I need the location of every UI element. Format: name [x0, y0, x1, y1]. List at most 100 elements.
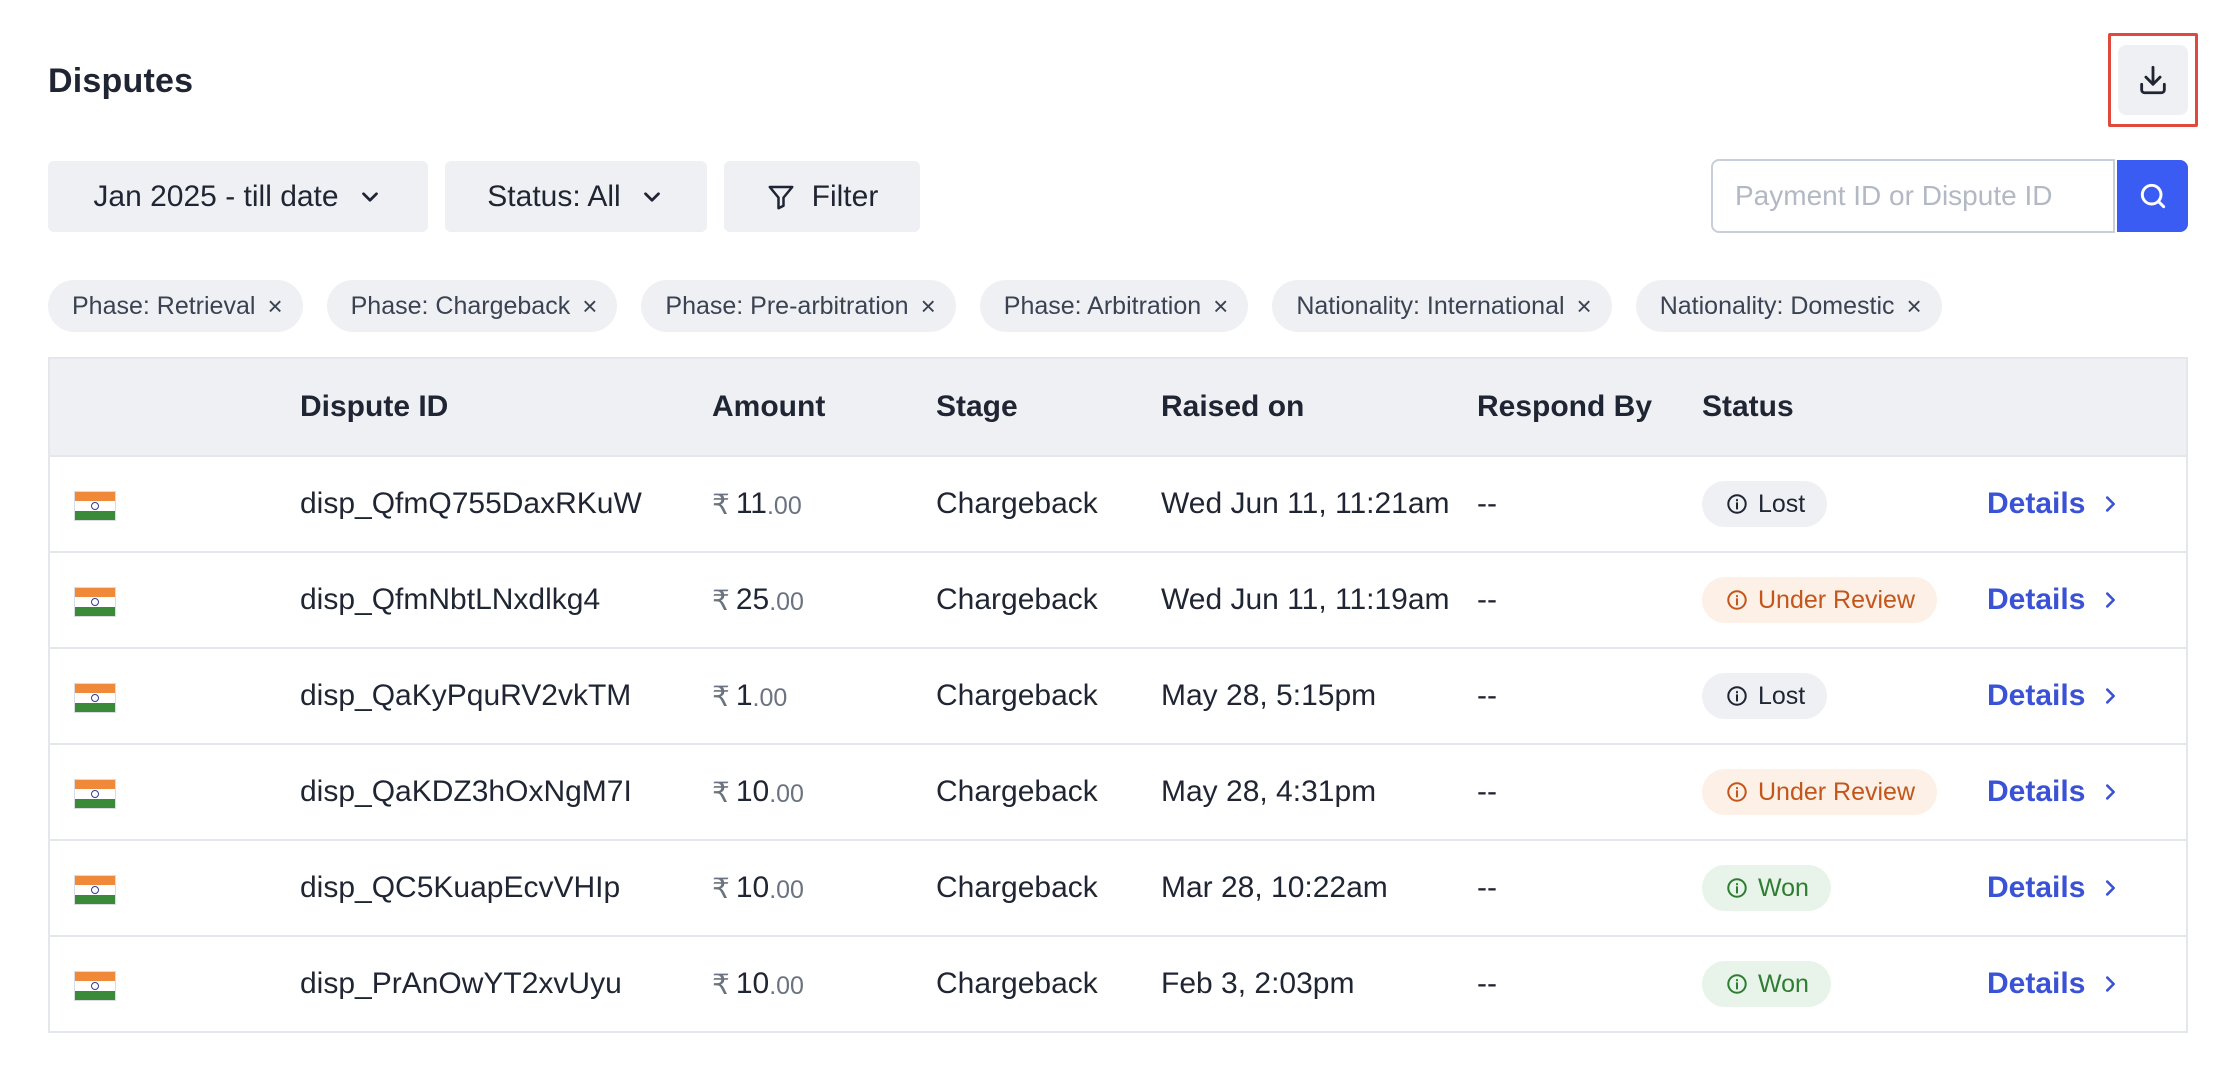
amount-decimal: .00 — [752, 683, 788, 712]
disputes-table: Dispute ID Amount Stage Raised on Respon… — [48, 357, 2188, 1033]
details-label: Details — [1987, 967, 2086, 1000]
status-badge: Won — [1702, 961, 1831, 1007]
download-icon — [2140, 65, 2166, 95]
chevron-right-icon — [2106, 592, 2116, 608]
filter-chip: Nationality: Domestic × — [1635, 280, 1942, 332]
chip-label: Phase: Chargeback — [350, 291, 571, 320]
filter-button[interactable]: Filter — [724, 161, 920, 232]
india-flag-icon — [74, 587, 116, 617]
amount-integer: 10 — [735, 775, 770, 808]
chevron-right-icon — [2106, 880, 2116, 896]
respond-by: -- — [1477, 967, 1497, 1000]
table-row[interactable]: disp_QaKyPquRV2vkTM ₹ 1 .00 Chargeback M… — [50, 649, 2186, 745]
details-link[interactable]: Details — [1987, 871, 2121, 905]
status-badge: Under Review — [1702, 769, 1938, 815]
table-row[interactable]: disp_PrAnOwYT2xvUyu ₹ 10 .00 Chargeback … — [50, 937, 2186, 1033]
respond-by: -- — [1477, 583, 1497, 616]
details-link[interactable]: Details — [1987, 775, 2121, 809]
table-row[interactable]: disp_QfmQ755DaxRKuW ₹ 11 .00 Chargeback … — [50, 457, 2186, 553]
amount-decimal: .00 — [769, 779, 804, 808]
stage: Chargeback — [936, 583, 1098, 616]
table-row[interactable]: disp_QfmNbtLNxdlkg4 ₹ 25 .00 Chargeback … — [50, 553, 2186, 649]
date-range-label: Jan 2025 - till date — [93, 179, 339, 213]
page-title: Disputes — [48, 62, 194, 100]
stage: Chargeback — [936, 487, 1098, 520]
details-label: Details — [1987, 583, 2086, 616]
close-icon[interactable]: × — [582, 293, 597, 319]
amount-integer: 11 — [735, 487, 767, 520]
respond-by: -- — [1477, 775, 1497, 808]
column-header-respond-by: Respond By — [1477, 390, 1653, 423]
close-icon[interactable]: × — [267, 293, 282, 319]
download-highlight — [2108, 33, 2198, 127]
status-label: Under Review — [1758, 585, 1916, 614]
amount-integer: 10 — [735, 871, 770, 904]
currency-symbol: ₹ — [712, 776, 730, 808]
filter-label: Filter — [811, 179, 879, 213]
stage: Chargeback — [936, 679, 1098, 712]
respond-by: -- — [1477, 679, 1497, 712]
info-icon — [1727, 590, 1747, 610]
table-row[interactable]: disp_QC5KuapEcvVHIp ₹ 10 .00 Chargeback … — [50, 841, 2186, 937]
download-button[interactable] — [2118, 45, 2188, 115]
stage: Chargeback — [936, 871, 1098, 904]
search-button[interactable] — [2117, 160, 2188, 232]
raised-on: Mar 28, 10:22am — [1161, 871, 1388, 904]
search-input[interactable] — [1711, 159, 2115, 233]
amount-integer: 10 — [735, 967, 770, 1000]
table-row[interactable]: disp_QaKDZ3hOxNgM7I ₹ 10 .00 Chargeback … — [50, 745, 2186, 841]
raised-on: May 28, 4:31pm — [1161, 775, 1377, 808]
currency-symbol: ₹ — [712, 488, 730, 520]
dispute-id: disp_QfmNbtLNxdlkg4 — [300, 583, 601, 616]
amount: ₹ 11 .00 — [712, 457, 802, 551]
column-header-status: Status — [1702, 390, 1794, 423]
status-dropdown[interactable]: Status: All — [445, 161, 707, 232]
status-label: Under Review — [1758, 777, 1916, 806]
info-icon — [1727, 686, 1747, 706]
close-icon[interactable]: × — [1907, 293, 1922, 319]
india-flag-icon — [74, 875, 116, 905]
filter-icon — [768, 185, 794, 209]
filter-chip: Phase: Arbitration × — [979, 280, 1249, 332]
date-range-dropdown[interactable]: Jan 2025 - till date — [48, 161, 428, 232]
filter-chip: Phase: Pre-arbitration × — [641, 280, 956, 332]
raised-on: May 28, 5:15pm — [1161, 679, 1377, 712]
details-label: Details — [1987, 487, 2086, 520]
close-icon[interactable]: × — [1577, 293, 1592, 319]
chip-label: Nationality: Domestic — [1659, 291, 1895, 320]
respond-by: -- — [1477, 487, 1497, 520]
details-link[interactable]: Details — [1987, 679, 2121, 713]
close-icon[interactable]: × — [921, 293, 936, 319]
chevron-down-icon — [643, 191, 660, 202]
currency-symbol: ₹ — [712, 872, 730, 904]
table-header: Dispute ID Amount Stage Raised on Respon… — [50, 359, 2186, 457]
close-icon[interactable]: × — [1213, 293, 1228, 319]
amount: ₹ 10 .00 — [712, 745, 804, 839]
amount-decimal: .00 — [766, 491, 802, 520]
status-label: Won — [1758, 969, 1809, 998]
currency-symbol: ₹ — [712, 968, 730, 1000]
chevron-right-icon — [2106, 784, 2116, 800]
india-flag-icon — [74, 683, 116, 713]
filter-chip: Phase: Chargeback × — [326, 280, 618, 332]
details-link[interactable]: Details — [1987, 583, 2121, 617]
chip-label: Phase: Pre-arbitration — [665, 291, 909, 320]
amount: ₹ 25 .00 — [712, 553, 804, 647]
amount-decimal: .00 — [769, 875, 804, 904]
status-badge: Under Review — [1702, 577, 1938, 623]
raised-on: Wed Jun 11, 11:19am — [1161, 583, 1450, 616]
dispute-id: disp_QaKyPquRV2vkTM — [300, 679, 632, 712]
details-link[interactable]: Details — [1987, 487, 2121, 521]
details-link[interactable]: Details — [1987, 967, 2121, 1001]
info-icon — [1727, 782, 1747, 802]
status-label: Lost — [1758, 489, 1806, 518]
chip-label: Nationality: International — [1296, 291, 1565, 320]
currency-symbol: ₹ — [712, 680, 730, 712]
dispute-id: disp_QfmQ755DaxRKuW — [300, 487, 642, 520]
status-label: Lost — [1758, 681, 1806, 710]
info-icon — [1727, 974, 1747, 994]
details-label: Details — [1987, 679, 2086, 712]
chevron-right-icon — [2106, 976, 2116, 992]
chevron-down-icon — [361, 191, 378, 202]
filter-chip: Nationality: International × — [1272, 280, 1612, 332]
